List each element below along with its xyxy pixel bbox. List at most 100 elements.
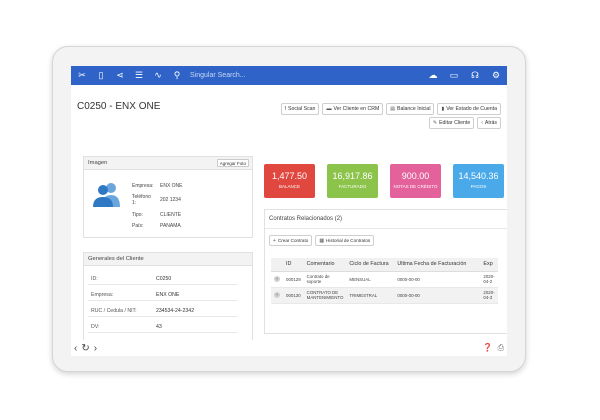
field-label: Tipo: [132, 212, 143, 218]
add-photo-button[interactable]: Agregar Foto [216, 159, 249, 167]
general-row-value: 234534-24-2342 [156, 308, 195, 314]
general-row-value: ENX ONE [156, 292, 180, 298]
row-expand-cell[interactable]: + [271, 287, 283, 304]
contracts-header-row: ID Comentario Ciclo de Factura Ultima Fe… [271, 258, 499, 272]
stat-pagos[interactable]: 14,540.36 PAGOS [453, 164, 504, 198]
field-value: ENX ONE [160, 183, 183, 189]
general-row: Empresa: ENX ONE [88, 288, 238, 301]
back-nav-icon[interactable]: ‹ [74, 343, 77, 354]
general-row-label: RUC / Cedula / NIT: [91, 308, 137, 314]
building-icon[interactable]: ▯ [94, 69, 108, 83]
headset-icon[interactable]: ☊ [468, 69, 482, 83]
contracts-actions: + Crear Contrato ▦ Historial de Contratos [269, 235, 375, 246]
stat-facturado[interactable]: 16,917.86 FACTURADO [327, 164, 378, 198]
field-label: Empresa: [132, 183, 154, 189]
image-panel-title: Imagen [88, 160, 108, 166]
contracts-title: Contratos Relacionados (2) [265, 210, 507, 229]
col-header[interactable]: Exp [480, 258, 499, 272]
edit-client-button[interactable]: ✎ Editar Cliente [428, 117, 475, 129]
cell-exp: 2020-04-3 [480, 287, 499, 304]
stat-label: PAGOS [470, 184, 487, 189]
contract-history-button[interactable]: ▦ Historial de Contratos [315, 235, 375, 246]
general-row: ID: C0250 [88, 272, 238, 285]
stat-credit-notes[interactable]: 900.00 NOTAS DE CRÉDITO [390, 164, 441, 198]
client-general-panel: Generales del Cliente ID: C0250 Empresa:… [83, 252, 253, 340]
action-row-1: f Social Scan ▬ Ver Cliente en CRM ▤ Balanc… [278, 103, 501, 115]
card-icon[interactable]: ▭ [447, 69, 461, 83]
create-contract-button[interactable]: + Crear Contrato [269, 235, 313, 246]
top-navbar: ✂ ▯ ⋖ ☰ ∿ ⚲ Singular Search... ☁ ▭ ☊ ⚙ [71, 66, 507, 85]
expand-icon[interactable]: + [274, 292, 280, 298]
help-icon[interactable]: ❓ [483, 343, 493, 353]
general-row-label: ID: [91, 276, 98, 282]
chart-icon[interactable]: ∿ [151, 69, 165, 83]
facebook-icon: f [284, 106, 287, 112]
stat-value: 14,540.36 [458, 171, 499, 181]
edit-icon: ✎ [432, 120, 438, 126]
col-header[interactable]: Ciclo de Factura [346, 258, 395, 272]
stat-balance[interactable]: 1,477.50 BALANCE [264, 164, 315, 198]
view-crm-label: Ver Cliente en CRM [333, 106, 380, 112]
table-row[interactable]: + 000130 CONTRATO DE MANTENIMIENTO TRIME… [271, 287, 499, 304]
statement-icon: ▮ [441, 106, 445, 112]
calendar-icon: ▦ [319, 237, 325, 244]
account-statement-label: Ver Estado de Cuenta [446, 106, 497, 112]
initial-balance-button[interactable]: ▤ Balance Inicial [386, 103, 435, 115]
col-header[interactable]: Ultima Fecha de Facturación [394, 258, 481, 272]
scissors-icon[interactable]: ✂ [75, 69, 89, 83]
back-icon: ‹ [481, 120, 483, 126]
browser-footer-bar: ‹ ↻ › ❓ ⎙ [71, 340, 507, 356]
stat-label: NOTAS DE CRÉDITO [393, 184, 438, 189]
view-crm-button[interactable]: ▬ Ver Cliente en CRM [322, 103, 384, 115]
image-panel: Imagen Agregar Foto Empresa: ENX ONE Tel… [83, 156, 253, 238]
field-value: CLIENTE [160, 212, 182, 218]
general-row-label: DV: [91, 324, 100, 330]
expand-icon[interactable]: + [274, 276, 280, 282]
col-header [271, 258, 283, 272]
back-label: Atrás [484, 120, 497, 126]
field-value: PANAMA [160, 223, 181, 229]
col-header[interactable]: Comentario [303, 258, 347, 272]
gear-icon[interactable]: ⚙ [489, 69, 503, 83]
back-button[interactable]: ‹ Atrás [477, 117, 501, 129]
general-row-value: 43 [156, 324, 162, 330]
social-scan-button[interactable]: f Social Scan [280, 103, 320, 115]
contracts-panel: Contratos Relacionados (2) + Crear Contra… [264, 209, 507, 334]
stat-value: 1,477.50 [271, 171, 308, 181]
search-icon[interactable]: ⚲ [170, 69, 184, 83]
account-statement-button[interactable]: ▮ Ver Estado de Cuenta [437, 103, 501, 115]
field-tipo: Tipo: CLIENTE [132, 212, 242, 222]
search-input[interactable]: Singular Search... [190, 72, 246, 79]
cell-fecha: 0000-00-00 [394, 271, 481, 288]
contracts-table: ID Comentario Ciclo de Factura Ultima Fe… [271, 258, 499, 304]
print-icon[interactable]: ⎙ [498, 343, 504, 353]
cell-comentario: Contrato de soporte [303, 271, 347, 288]
contract-history-label: Historial de Contratos [326, 238, 371, 243]
general-row: DV: 43 [88, 320, 238, 333]
general-row-value: C0250 [156, 276, 172, 282]
forward-nav-icon[interactable]: › [94, 343, 97, 354]
field-label: País: [132, 223, 144, 229]
refresh-icon[interactable]: ↻ [81, 343, 89, 354]
list-icon[interactable]: ☰ [132, 69, 146, 83]
page-title: C0250 - ENX ONE [77, 101, 161, 112]
cell-id: 000130 [283, 287, 304, 304]
row-expand-cell[interactable]: + [271, 271, 283, 288]
table-row[interactable]: + 000129 Contrato de soporte MENSUAL 000… [271, 271, 499, 288]
crm-icon: ▬ [326, 106, 332, 112]
cell-fecha: 0000-00-00 [394, 287, 481, 304]
create-contract-label: Crear Contrato [277, 238, 309, 243]
share-icon[interactable]: ⋖ [113, 69, 127, 83]
field-pais: País: PANAMA [132, 223, 242, 233]
image-panel-header: Imagen Agregar Foto [84, 157, 252, 170]
cell-comentario: CONTRATO DE MANTENIMIENTO [303, 287, 347, 304]
col-header[interactable]: ID [283, 258, 304, 272]
cloud-icon[interactable]: ☁ [426, 69, 440, 83]
social-scan-label: Social Scan [288, 106, 316, 112]
stat-value: 16,917.86 [332, 171, 373, 181]
general-row: RUC / Cedula / NIT: 234534-24-2342 [88, 304, 238, 317]
client-general-header: Generales del Cliente [84, 253, 252, 266]
user-group-icon [93, 183, 120, 207]
app-screen: ✂ ▯ ⋖ ☰ ∿ ⚲ Singular Search... ☁ ▭ ☊ ⚙ C… [71, 66, 507, 340]
cell-exp: 2020-04-2 [480, 271, 499, 288]
